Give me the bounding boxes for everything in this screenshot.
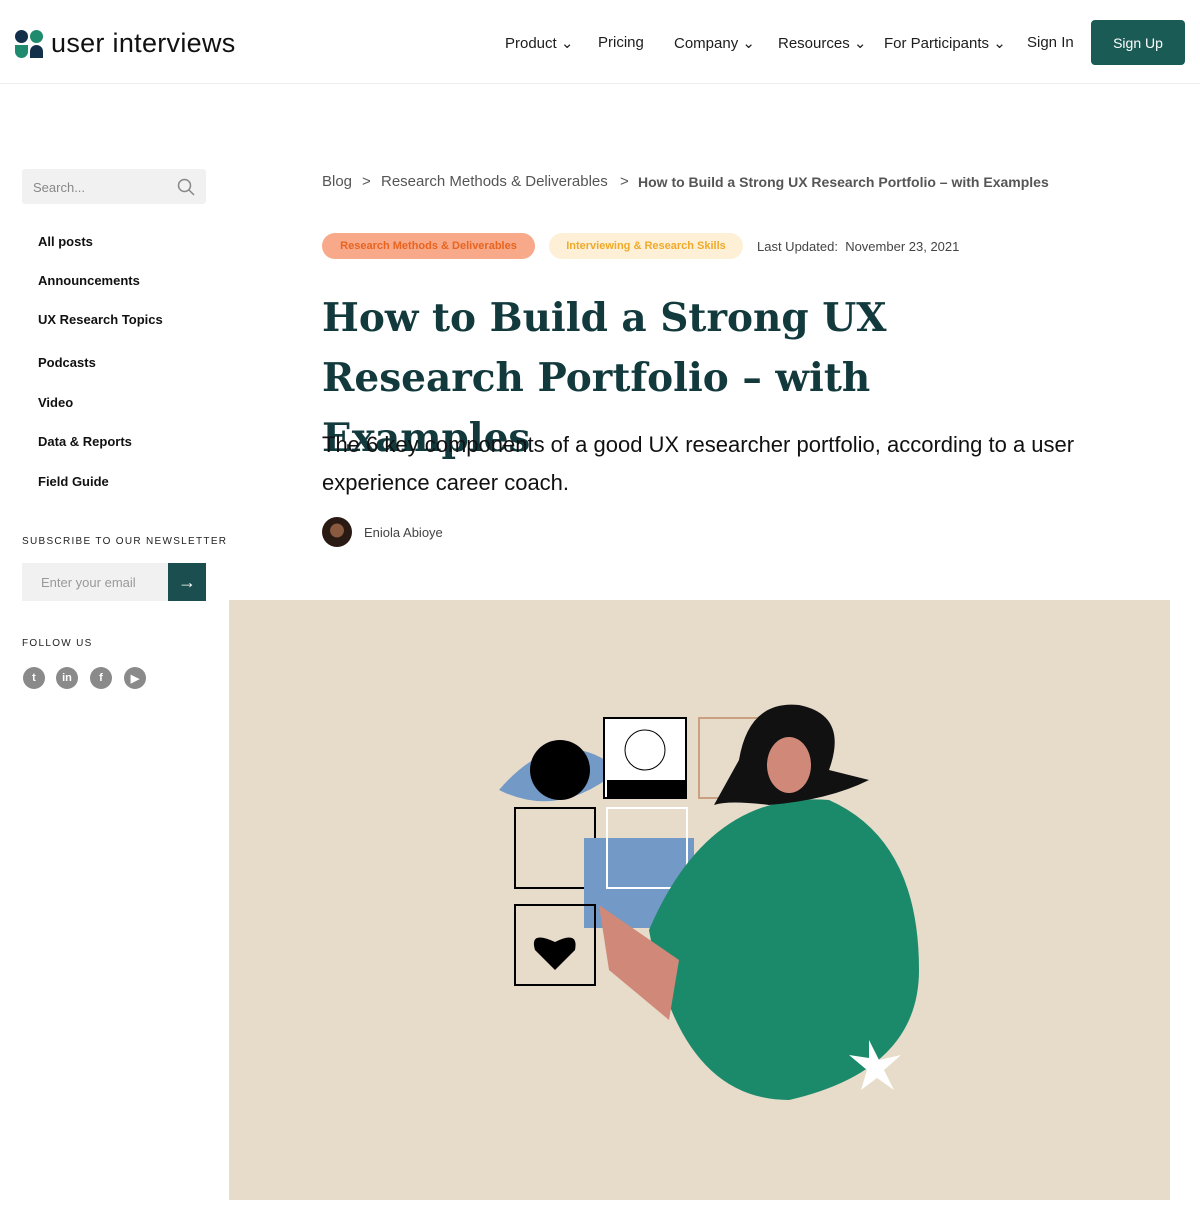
sign-up-button[interactable]: Sign Up xyxy=(1091,20,1185,65)
linkedin-icon[interactable]: in xyxy=(56,667,78,689)
nav-for-participants[interactable]: For Participants ⌄ xyxy=(884,34,1006,52)
youtube-icon[interactable]: ▶ xyxy=(124,667,146,689)
breadcrumb-separator: > xyxy=(362,173,371,190)
last-updated: Last Updated: November 23, 2021 xyxy=(757,239,960,254)
twitter-icon[interactable]: t xyxy=(23,667,45,689)
tag-interviewing[interactable]: Interviewing & Research Skills xyxy=(549,233,743,259)
subscribe-button[interactable]: → xyxy=(168,563,206,601)
search-icon[interactable] xyxy=(177,178,195,196)
breadcrumb-separator: > xyxy=(620,173,629,190)
sidebar-item-announcements[interactable]: Announcements xyxy=(38,273,140,288)
search-input[interactable]: Search... xyxy=(22,169,206,204)
sidebar-item-data-reports[interactable]: Data & Reports xyxy=(38,434,132,449)
facebook-icon[interactable]: f xyxy=(90,667,112,689)
tag-research-methods[interactable]: Research Methods & Deliverables xyxy=(322,233,535,259)
sidebar-item-podcasts[interactable]: Podcasts xyxy=(38,355,96,370)
logo[interactable]: user interviews xyxy=(15,28,236,59)
breadcrumb-category[interactable]: Research Methods & Deliverables xyxy=(381,173,608,190)
search-placeholder: Search... xyxy=(33,180,86,195)
nav-sign-in[interactable]: Sign In xyxy=(1027,34,1074,51)
breadcrumb-current: How to Build a Strong UX Research Portfo… xyxy=(638,174,1049,190)
logo-text: user interviews xyxy=(51,28,236,58)
author-name: Eniola Abioye xyxy=(364,524,443,540)
nav-pricing[interactable]: Pricing xyxy=(598,34,644,51)
arrow-right-icon: → xyxy=(178,571,196,592)
nav-company[interactable]: Company ⌄ xyxy=(674,34,755,52)
author[interactable]: Eniola Abioye xyxy=(322,517,443,547)
avatar xyxy=(322,517,352,547)
illustration-image xyxy=(499,704,919,1100)
header: user interviews Product ⌄ Pricing Compan… xyxy=(0,0,1200,84)
nav-product[interactable]: Product ⌄ xyxy=(505,34,573,52)
logo-icon xyxy=(15,29,43,58)
sidebar-item-video[interactable]: Video xyxy=(38,395,73,410)
sidebar-item-field-guide[interactable]: Field Guide xyxy=(38,474,109,489)
sidebar-item-ux-research-topics[interactable]: UX Research Topics xyxy=(38,312,163,327)
nav-resources[interactable]: Resources ⌄ xyxy=(778,34,866,52)
sidebar-item-all-posts[interactable]: All posts xyxy=(38,234,93,249)
breadcrumb-blog[interactable]: Blog xyxy=(322,173,352,190)
email-input[interactable]: Enter your email xyxy=(22,563,168,601)
newsletter-heading: SUBSCRIBE TO OUR NEWSLETTER xyxy=(22,536,228,547)
follow-heading: FOLLOW US xyxy=(22,638,93,649)
hero-illustration xyxy=(229,600,1170,1200)
subtitle: The 6 key components of a good UX resear… xyxy=(322,432,1075,495)
